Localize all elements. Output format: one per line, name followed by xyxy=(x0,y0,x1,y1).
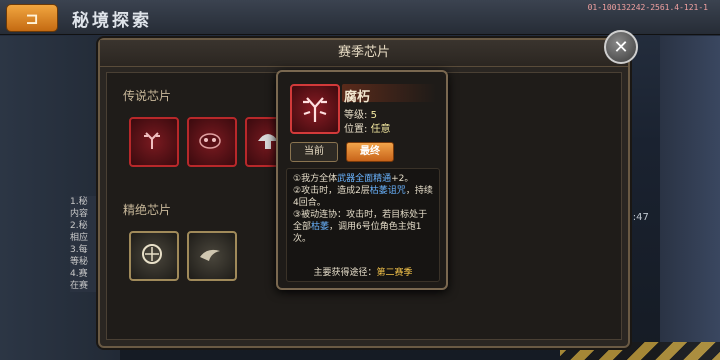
effect-3-keyword: 枯萎 xyxy=(311,222,330,232)
tab-current[interactable]: 当前 xyxy=(290,142,338,162)
antler-chip-icon xyxy=(144,132,160,149)
elite-chip-1[interactable] xyxy=(129,231,179,281)
wings-chip-icon xyxy=(200,249,220,261)
source-label: 主要获得途径： xyxy=(313,268,377,278)
back-arrow-icon: ⊐ xyxy=(25,8,39,28)
effect-2-text: ②攻击时，造成2层 xyxy=(293,186,370,196)
mask-chip-icon xyxy=(199,133,221,149)
crosshair-chip-icon xyxy=(142,244,162,264)
rules-text-content: 1.秘 内容 2.秘 相应 3.每 等秘 4.赛 在赛 xyxy=(70,197,89,291)
chip-detail-tooltip: 腐朽 等级: 5 位置: 任意 当前 最终 ①我方全体武器全面精通+2。 ②攻击… xyxy=(276,70,448,290)
elite-chip-2[interactable] xyxy=(187,231,237,281)
effect-1-text: ①我方全体 xyxy=(293,174,338,184)
legend-chip-2[interactable] xyxy=(187,117,237,167)
selected-chip-icon xyxy=(290,84,340,134)
chip-description: ①我方全体武器全面精通+2。 ②攻击时，造成2层枯萎诅咒，持续4回合。 ③被动连… xyxy=(286,168,440,282)
close-icon: ✕ xyxy=(613,36,629,58)
acquisition-source: 主要获得途径：第二赛季 xyxy=(287,265,439,278)
legend-section-label: 传说芯片 xyxy=(123,89,172,103)
back-button[interactable]: ⊐ xyxy=(6,4,58,32)
chip-name: 腐朽 xyxy=(344,90,371,105)
page-title: 秘境探索 xyxy=(72,11,152,31)
effect-1: ①我方全体武器全面精通+2。 xyxy=(293,173,433,185)
chip-level: 等级: 5 xyxy=(344,106,377,121)
effect-1-keyword: 武器全面精通 xyxy=(337,174,392,184)
legend-chip-1[interactable] xyxy=(129,117,179,167)
position-value: 任意 xyxy=(370,124,391,135)
close-button[interactable]: ✕ xyxy=(604,30,638,64)
position-label: 位置: xyxy=(344,124,368,135)
source-value: 第二赛季 xyxy=(376,268,413,278)
elite-section-label: 精绝芯片 xyxy=(123,203,172,217)
effect-1-suffix: +2。 xyxy=(391,174,414,184)
tab-final[interactable]: 最终 xyxy=(346,142,394,162)
antler-chip-icon xyxy=(303,97,327,122)
modal-title: 赛季芯片 xyxy=(100,40,628,67)
effect-2: ②攻击时，造成2层枯萎诅咒，持续4回合。 xyxy=(293,185,433,209)
effect-3: ③被动连协：攻击时，若目标处于全部枯萎，调用6号位角色主炮1次。 xyxy=(293,209,433,245)
background-panel-right xyxy=(660,36,720,360)
chip-position: 位置: 任意 xyxy=(344,120,391,135)
session-id: 01-100132242-2561.4-121-1 xyxy=(587,3,708,12)
top-bar: ⊐ 秘境探索 01-100132242-2561.4-121-1 xyxy=(0,0,720,35)
effect-2-keyword: 枯萎诅咒 xyxy=(369,186,406,196)
